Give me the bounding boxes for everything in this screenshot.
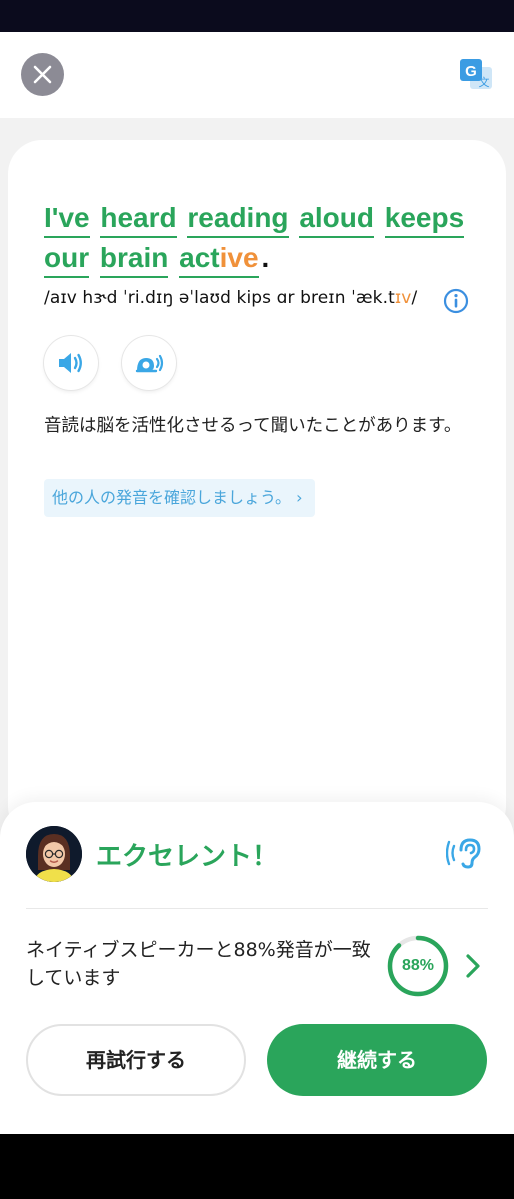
sentence-word[interactable]: aloud — [299, 201, 374, 238]
ear-icon — [445, 838, 481, 869]
others-pronunciation-link[interactable]: 他の人の発音を確認しましょう。 › — [44, 479, 315, 517]
sentence-word[interactable]: our — [44, 241, 90, 278]
info-button[interactable] — [443, 288, 469, 314]
listen-recording-button[interactable] — [445, 836, 484, 870]
chevron-right-icon — [466, 954, 480, 978]
close-icon — [33, 65, 52, 84]
avatar — [26, 826, 82, 882]
details-button[interactable] — [462, 952, 484, 980]
ipa-highlight: ɪv — [394, 288, 412, 308]
close-button[interactable] — [21, 53, 64, 96]
continue-button[interactable]: 継続する — [267, 1024, 487, 1096]
svg-text:G: G — [465, 63, 477, 80]
ipa-transcription: /aɪv hɝd ˈri.dɪŋ əˈlaʊd kips ɑr breɪn ˈæ… — [44, 288, 417, 308]
info-icon — [443, 288, 469, 314]
ipa-end: / — [411, 288, 418, 308]
mispronounced-part: ive — [219, 242, 259, 273]
sentence-word[interactable]: keeps — [384, 201, 465, 238]
translate-icon: G 文 — [460, 59, 492, 89]
sentence-translation: 音読は脳を活性化させるって聞いたことがあります。 — [44, 416, 462, 436]
status-bar — [0, 0, 514, 32]
sentence-word[interactable]: brain — [99, 241, 169, 278]
sentence-word-highlighted[interactable]: active — [179, 241, 259, 278]
divider — [26, 908, 488, 909]
play-audio-button[interactable] — [44, 336, 98, 390]
sentence-card: I've heard reading aloud keeps our brain… — [8, 140, 506, 840]
svg-text:文: 文 — [479, 75, 490, 89]
slow-audio-button[interactable] — [122, 336, 176, 390]
score-label: 88% — [401, 957, 435, 974]
navigation-bar — [0, 1134, 514, 1199]
sentence-period: . — [261, 242, 270, 273]
translate-button[interactable]: G 文 — [458, 57, 494, 93]
match-description: ネイティブスピーカーと88%発音が一致しています — [26, 939, 371, 989]
sentence-text: I've heard reading aloud keeps our brain… — [44, 198, 484, 278]
result-title: エクセレント！ — [96, 842, 279, 872]
snail-speaker-icon — [135, 354, 164, 373]
retry-button[interactable]: 再試行する — [26, 1024, 246, 1096]
result-sheet: エクセレント！ ネイティブスピーカーと88%発音が一致しています 88% 再試行… — [0, 802, 514, 1134]
word-prefix: act — [179, 242, 220, 273]
top-bar: G 文 — [0, 32, 514, 118]
sentence-word[interactable]: heard — [100, 201, 177, 238]
sentence-word[interactable]: I've — [44, 201, 90, 238]
ipa-main: /aɪv hɝd ˈri.dɪŋ əˈlaʊd kips ɑr breɪn ˈæ… — [44, 288, 395, 308]
speaker-icon — [59, 353, 82, 373]
sentence-word[interactable]: reading — [187, 201, 289, 238]
